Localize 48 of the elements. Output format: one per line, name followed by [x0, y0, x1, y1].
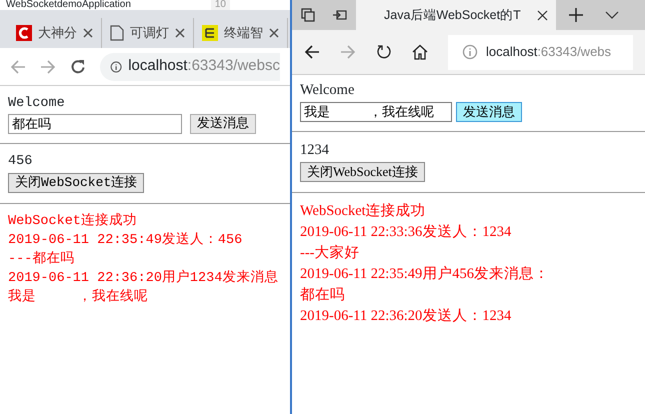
message-line: WebSocket连接成功 [8, 212, 138, 231]
refresh-icon[interactable] [376, 44, 392, 60]
reload-icon[interactable] [70, 58, 86, 74]
close-connection-button[interactable]: 关闭WebSocket连接 [8, 172, 144, 192]
message-line: 我是 ，我在线呢 [8, 288, 149, 307]
user-id-text: 456 [8, 153, 34, 172]
browser-tab[interactable]: 大神分 [8, 18, 102, 48]
address-bar[interactable]: localhost:63343/webs [448, 34, 633, 70]
user-id-text: 1234 [300, 140, 330, 160]
welcome-text: Welcome [8, 95, 66, 113]
app-icon [202, 25, 218, 41]
close-icon[interactable] [269, 28, 279, 38]
message-line: 2019-06-11 22:36:20发送人：1234 [300, 307, 512, 326]
back-icon[interactable] [304, 44, 320, 60]
message-line: 2019-06-11 22:36:20用户1234发来消息 [8, 268, 280, 288]
address-bar[interactable]: localhost:63343/websc [100, 52, 280, 80]
home-icon[interactable] [412, 44, 428, 60]
close-connection-button[interactable]: 关闭WebSocket连接 [300, 162, 425, 182]
chevron-down-icon[interactable] [605, 11, 619, 19]
set-aside-icon[interactable] [333, 9, 347, 21]
message-line: ---大家好 [300, 244, 360, 264]
message-line: ---都在吗 [8, 250, 76, 269]
url-text: localhost:63343/websc [128, 56, 280, 76]
tabs-icon[interactable] [301, 8, 315, 22]
message-line: 都在吗 [300, 286, 346, 306]
close-icon[interactable] [537, 10, 548, 20]
window-title: WebSocketdemoApplication [6, 0, 131, 10]
info-icon [462, 44, 478, 60]
message-input[interactable]: 都在吗 [8, 114, 182, 134]
close-icon[interactable] [83, 28, 93, 38]
document-icon [110, 25, 124, 41]
message-line: 2019-06-11 22:35:49用户456发来消息： [300, 265, 550, 284]
message-line: WebSocket连接成功 [300, 202, 427, 222]
line-number: 10 [210, 0, 230, 10]
url-text: localhost:63343/webs [486, 43, 612, 62]
close-icon[interactable] [175, 28, 185, 38]
browser-tab[interactable]: 终端智 [194, 18, 288, 48]
info-icon [110, 58, 122, 74]
browser-tab[interactable]: Java后端WebSocket的T [356, 0, 556, 30]
c-logo-icon [16, 25, 32, 41]
plus-icon[interactable] [569, 8, 583, 22]
browser-tab[interactable]: 可调灯 [102, 18, 194, 48]
welcome-text: Welcome [300, 81, 356, 100]
send-button[interactable]: 发送消息 [456, 102, 522, 122]
message-line: 2019-06-11 22:33:36发送人：1234 [300, 223, 512, 242]
message-input[interactable]: 我是 ，我在线呢 [300, 102, 452, 122]
message-line: 2019-06-11 22:35:49发送人：456 [8, 231, 244, 250]
send-button[interactable]: 发送消息 [190, 114, 256, 134]
